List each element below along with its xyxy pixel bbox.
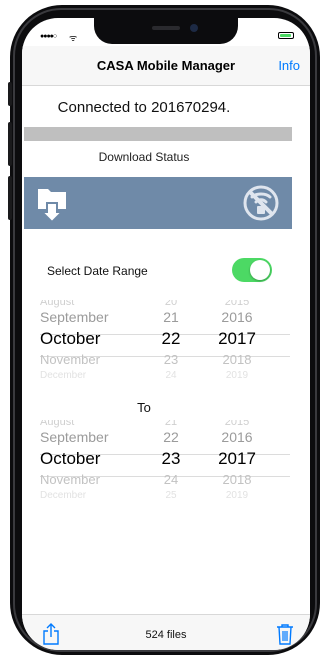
info-button[interactable]: Info — [278, 58, 300, 73]
trash-icon[interactable] — [276, 623, 294, 645]
from-year-wheel[interactable]: 2015 2016 2017 2018 2019 — [202, 300, 272, 386]
from-day-wheel[interactable]: 20 21 22 23 24 — [150, 300, 192, 386]
picker-selected-year[interactable]: 2017 — [202, 449, 272, 469]
battery-icon — [278, 32, 294, 39]
to-label: To — [137, 400, 151, 415]
picker-option[interactable]: September — [40, 429, 144, 445]
picker-option[interactable]: 21 — [150, 420, 192, 428]
from-month-wheel[interactable]: August September October November Decemb… — [40, 300, 144, 386]
date-range-toggle[interactable] — [232, 258, 272, 282]
picker-option[interactable]: September — [40, 309, 144, 325]
bottom-toolbar: 524 files — [22, 614, 310, 650]
front-camera — [190, 24, 198, 32]
picker-selected-day[interactable]: 23 — [150, 449, 192, 469]
to-day-wheel[interactable]: 21 22 23 24 25 — [150, 420, 192, 506]
picker-option[interactable]: November — [40, 352, 144, 367]
volume-down-button — [8, 176, 12, 220]
date-range-label: Select Date Range — [47, 264, 148, 278]
picker-option[interactable]: 24 — [150, 472, 192, 487]
picker-option[interactable]: 2018 — [202, 472, 272, 487]
download-banner — [24, 177, 292, 229]
picker-option[interactable]: December — [40, 370, 144, 381]
picker-option[interactable]: 2016 — [202, 429, 272, 445]
picker-option[interactable]: 2019 — [202, 490, 272, 501]
picker-selected-month[interactable]: October — [40, 449, 144, 469]
picker-option[interactable]: 2018 — [202, 352, 272, 367]
picker-option[interactable]: December — [40, 490, 144, 501]
no-connection-icon[interactable] — [242, 184, 280, 222]
navigation-bar: CASA Mobile Manager Info — [22, 46, 310, 86]
connection-status: Connected to 201670294. — [57, 99, 231, 116]
picker-option[interactable]: 20 — [150, 300, 192, 308]
picker-option[interactable]: 2015 — [202, 300, 272, 308]
picker-option[interactable]: 2019 — [202, 370, 272, 381]
to-year-wheel[interactable]: 2015 2016 2017 2018 2019 — [202, 420, 272, 506]
to-month-wheel[interactable]: August September October November Decemb… — [40, 420, 144, 506]
picker-option[interactable]: 22 — [150, 429, 192, 445]
picker-selected-month[interactable]: October — [40, 329, 144, 349]
picker-option[interactable]: 21 — [150, 309, 192, 325]
picker-option[interactable]: 2015 — [202, 420, 272, 428]
download-progress-bar — [24, 127, 292, 141]
picker-option[interactable]: 23 — [150, 352, 192, 367]
download-folder-icon[interactable] — [36, 183, 72, 223]
toggle-knob — [250, 260, 270, 280]
picker-option[interactable]: 24 — [150, 370, 192, 381]
speaker-grille — [152, 26, 180, 30]
picker-selected-year[interactable]: 2017 — [202, 329, 272, 349]
from-date-picker[interactable]: August September October November Decemb… — [40, 300, 290, 386]
picker-option[interactable]: 25 — [150, 490, 192, 501]
picker-option[interactable]: 2016 — [202, 309, 272, 325]
picker-option[interactable]: August — [40, 420, 144, 428]
file-count: 524 files — [145, 629, 187, 641]
picker-option[interactable]: August — [40, 300, 144, 308]
notch — [94, 18, 238, 44]
download-status-label: Download Status — [98, 150, 190, 164]
page-title: CASA Mobile Manager — [96, 58, 236, 73]
to-date-picker[interactable]: August September October November Decemb… — [40, 420, 290, 506]
picker-option[interactable]: November — [40, 472, 144, 487]
picker-selected-day[interactable]: 22 — [150, 329, 192, 349]
